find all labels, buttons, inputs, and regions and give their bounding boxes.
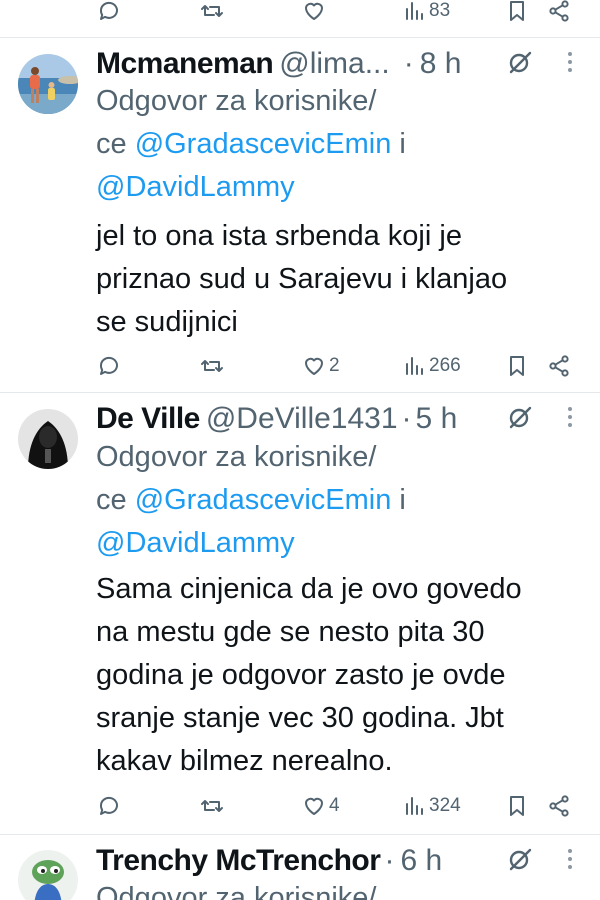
speech-bubble-icon <box>99 356 118 375</box>
heart-icon <box>305 2 323 20</box>
like-count: 2 <box>329 355 340 376</box>
reply-context: Odgovor za korisnike/ ce @GradascevicEmi… <box>96 80 406 209</box>
views-count: 83 <box>429 0 451 21</box>
action-bar-previous: 83 <box>0 0 600 26</box>
bookmark-icon <box>510 796 524 816</box>
tweet-text-line: Sama cinjenica da je ovo govedo <box>96 573 522 605</box>
bar-chart-icon <box>406 357 423 375</box>
user-handle[interactable]: @DeVille1431 <box>206 402 398 436</box>
bookmark-icon <box>510 1 524 21</box>
tweet-header: Mcmaneman @lima... · 8 h <box>96 46 461 82</box>
bookmark-button[interactable] <box>505 791 529 821</box>
mention-link[interactable]: @GradascevicEmin <box>135 484 392 516</box>
repost-arrows-icon <box>201 800 223 812</box>
separator-dot: · <box>384 844 395 877</box>
bookmark-icon <box>510 356 524 376</box>
tweet-divider <box>0 37 600 38</box>
share-nodes-icon <box>549 795 569 817</box>
tweet-divider <box>0 834 600 835</box>
speech-bubble-icon <box>99 796 118 815</box>
separator-dot: · <box>403 47 414 80</box>
repost-button[interactable] <box>200 351 224 381</box>
action-bar: 2 266 <box>0 351 600 381</box>
views-count: 324 <box>429 795 461 816</box>
bar-chart-icon <box>406 2 423 20</box>
tweet-text-line: kakav bilmez nerealno. <box>96 745 393 777</box>
reply-conjunction: i <box>391 128 406 160</box>
mention-link[interactable]: @GradascevicEmin <box>135 128 392 160</box>
user-handle[interactable]: @lima... <box>279 47 389 81</box>
more-dots-icon[interactable] <box>565 48 575 76</box>
tweet-text-line: sranje stanje vec 30 godina. Jbt <box>96 702 504 734</box>
heart-icon <box>305 357 323 375</box>
tweet[interactable]: Mcmaneman @lima... · 8 h Odgovor za kori… <box>0 44 600 394</box>
avatar[interactable] <box>18 850 78 900</box>
more-dots-icon[interactable] <box>565 845 575 873</box>
tweet-header: De Ville @DeVille1431 · 5 h <box>96 401 457 437</box>
reply-context: Odgovor za korisnike/ <box>96 877 376 900</box>
tweet-text: Sama cinjenica da je ovo govedo na mestu… <box>96 568 522 783</box>
like-button[interactable] <box>302 0 326 26</box>
repost-button[interactable] <box>200 0 224 26</box>
grok-icon[interactable] <box>506 845 534 873</box>
separator-dot: · <box>401 402 412 435</box>
action-bar: 4 324 <box>0 791 600 821</box>
reply-prefix: Odgovor za korisnike/ <box>96 882 377 900</box>
bar-chart-icon <box>406 797 423 815</box>
bookmark-button[interactable] <box>505 351 529 381</box>
reply-button[interactable] <box>97 351 121 381</box>
tweet-text-line: na mestu gde se nesto pita 30 <box>96 616 485 648</box>
reply-prefix: Odgovor za korisnike/ <box>96 441 377 473</box>
share-button[interactable] <box>547 351 571 381</box>
display-name[interactable]: De Ville <box>96 402 200 436</box>
avatar[interactable] <box>18 409 78 469</box>
tweet-text-line: jel to ona ista srbenda koji je <box>96 220 462 252</box>
avatar[interactable] <box>18 54 78 114</box>
tweet[interactable]: De Ville @DeVille1431 · 5 h Odgovor za k… <box>0 399 600 834</box>
like-button[interactable]: 2 <box>302 351 340 381</box>
views-button[interactable]: 324 <box>402 791 461 821</box>
share-nodes-icon <box>549 0 569 22</box>
tweet-header: Trenchy McTrenchor · 6 h <box>96 843 442 879</box>
mention-link[interactable]: @DavidLammy <box>96 527 295 559</box>
tweet-text-line: godina je odgovor zasto je ovde <box>96 659 506 691</box>
grok-icon[interactable] <box>506 48 534 76</box>
bookmark-button[interactable] <box>505 0 529 26</box>
tweet-text-line: priznao sud u Sarajevu i klanjao <box>96 263 508 295</box>
repost-arrows-icon <box>201 5 223 17</box>
tweet-text: jel to ona ista srbenda koji je priznao … <box>96 215 507 344</box>
tweet-text-line: se sudijnici <box>96 306 238 338</box>
heart-icon <box>305 797 323 815</box>
display-name[interactable]: Trenchy McTrenchor <box>96 844 381 878</box>
repost-button[interactable] <box>200 791 224 821</box>
share-button[interactable] <box>547 0 571 26</box>
timestamp[interactable]: 5 h <box>416 402 458 436</box>
views-button[interactable]: 83 <box>402 0 450 26</box>
mention-link[interactable]: @DavidLammy <box>96 171 295 203</box>
share-button[interactable] <box>547 791 571 821</box>
reply-mid: ce <box>96 484 135 516</box>
timestamp[interactable]: 8 h <box>420 47 462 81</box>
like-button[interactable]: 4 <box>302 791 340 821</box>
tweet-divider <box>0 392 600 393</box>
views-button[interactable]: 266 <box>402 351 461 381</box>
share-nodes-icon <box>549 355 569 377</box>
reply-context: Odgovor za korisnike/ ce @GradascevicEmi… <box>96 436 406 565</box>
reply-conjunction: i <box>391 484 406 516</box>
views-count: 266 <box>429 355 461 376</box>
repost-arrows-icon <box>201 360 223 372</box>
like-count: 4 <box>329 795 340 816</box>
tweet[interactable]: Trenchy McTrenchor · 6 h Odgovor za kori… <box>0 841 600 900</box>
reply-prefix: Odgovor za korisnike/ <box>96 85 377 117</box>
reply-button[interactable] <box>97 791 121 821</box>
reply-button[interactable] <box>97 0 121 26</box>
speech-bubble-icon <box>99 1 118 20</box>
more-dots-icon[interactable] <box>565 403 575 431</box>
grok-icon[interactable] <box>506 403 534 431</box>
reply-mid: ce <box>96 128 135 160</box>
timestamp[interactable]: 6 h <box>400 844 442 878</box>
display-name[interactable]: Mcmaneman <box>96 47 274 81</box>
